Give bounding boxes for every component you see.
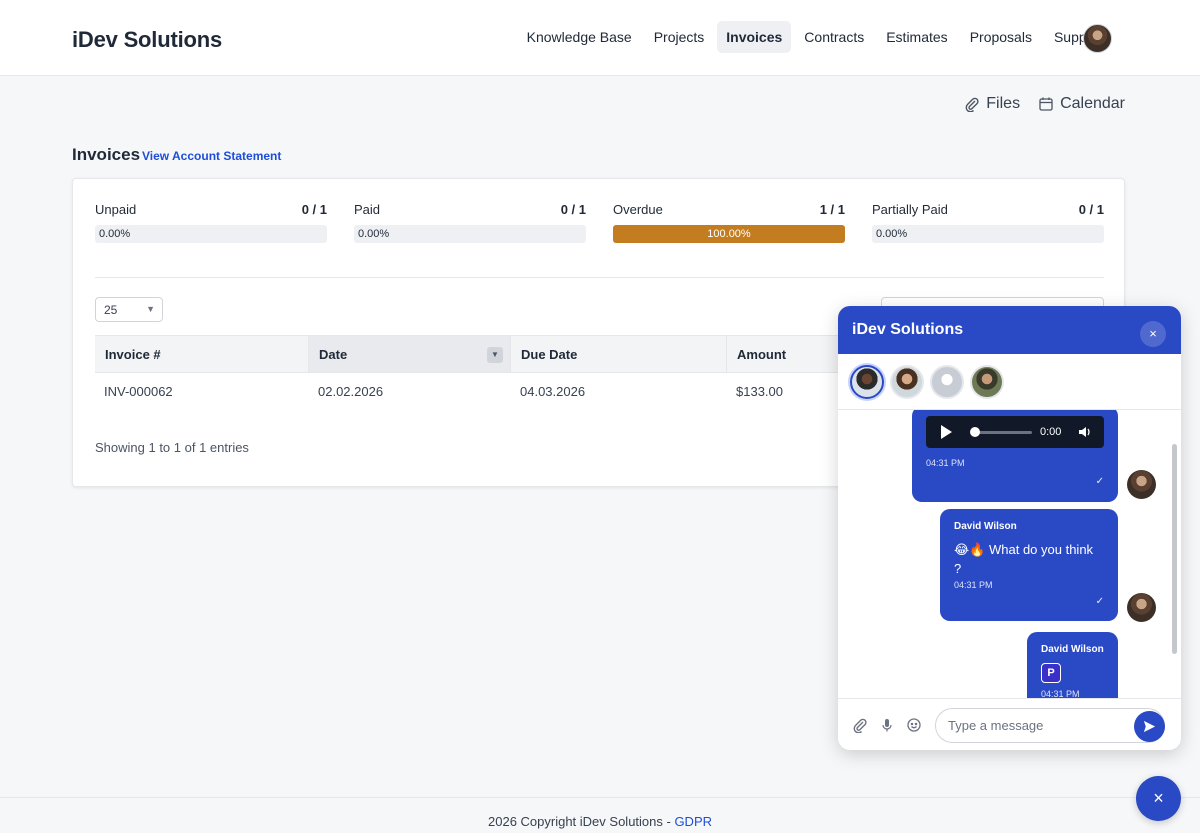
nav-invoices[interactable]: Invoices bbox=[717, 21, 792, 53]
message-time: 04:31 PM bbox=[1041, 689, 1080, 698]
divider bbox=[95, 277, 1104, 278]
stat-count: 0 / 1 bbox=[560, 202, 586, 217]
paperclip-icon bbox=[965, 97, 979, 112]
microphone-icon[interactable] bbox=[879, 717, 895, 733]
sender-avatar bbox=[1127, 593, 1156, 622]
check-icon: ✓ bbox=[1095, 596, 1104, 607]
col-due-date[interactable]: Due Date bbox=[511, 336, 727, 372]
stat-unpaid: Unpaid 0 / 1 0.00% bbox=[95, 202, 327, 243]
stat-count: 1 / 1 bbox=[819, 202, 845, 217]
page-title: Invoices bbox=[72, 145, 141, 164]
check-icon: ✓ bbox=[1095, 476, 1104, 487]
nav-knowledge-base[interactable]: Knowledge Base bbox=[518, 21, 641, 53]
table-info: Showing 1 to 1 of 1 entries bbox=[95, 440, 249, 455]
message-line: ? bbox=[954, 561, 962, 576]
progress-bar: 0.00% bbox=[354, 225, 586, 243]
calendar-icon bbox=[1039, 97, 1053, 111]
brand-name[interactable]: iDev Solutions bbox=[72, 27, 222, 53]
paperclip-icon[interactable] bbox=[852, 717, 868, 733]
cell-due: 04.03.2026 bbox=[520, 384, 586, 399]
main-nav: Knowledge Base Projects Invoices Contrac… bbox=[518, 21, 1112, 53]
cell-date: 02.02.2026 bbox=[318, 384, 384, 399]
files-label: Files bbox=[986, 95, 1021, 112]
chat-messages: 0:00 04:31 PM ✓ David Wilson 😂🔥 What do … bbox=[838, 410, 1181, 698]
user-avatar[interactable] bbox=[1083, 24, 1112, 53]
view-account-statement-link[interactable]: View Account Statement bbox=[142, 149, 281, 163]
chevron-down-icon: ▼ bbox=[146, 304, 155, 314]
chat-close-button[interactable]: × bbox=[1140, 321, 1166, 347]
message-line: 😂🔥 What do you think bbox=[954, 542, 1094, 557]
chat-composer: Type a message bbox=[838, 698, 1181, 750]
chat-agents bbox=[838, 354, 1181, 410]
page-footer: 2026 Copyright iDev Solutions - GDPR bbox=[0, 797, 1200, 833]
stat-count: 0 / 1 bbox=[1078, 202, 1104, 217]
audio-player[interactable]: 0:00 bbox=[926, 416, 1104, 448]
chat-widget: iDev Solutions × 0:00 04:31 PM ✓ David W… bbox=[838, 306, 1181, 750]
files-link[interactable]: Files bbox=[964, 95, 1020, 113]
stat-label: Overdue bbox=[613, 202, 663, 217]
agent-avatar[interactable] bbox=[930, 364, 964, 399]
text-message: David Wilson 😂🔥 What do you think ? 04:3… bbox=[940, 509, 1118, 621]
progress-text: 0.00% bbox=[358, 228, 390, 240]
audio-time: 0:00 bbox=[1040, 426, 1062, 438]
sort-icon[interactable]: ▼ bbox=[487, 347, 503, 363]
emoji-icon[interactable] bbox=[906, 717, 922, 733]
send-icon bbox=[1143, 720, 1156, 733]
nav-proposals[interactable]: Proposals bbox=[961, 21, 1041, 53]
file-message: David Wilson P 04:31 PM bbox=[1027, 632, 1118, 698]
col-date[interactable]: Date ▼ bbox=[309, 336, 511, 372]
play-icon[interactable] bbox=[941, 425, 952, 439]
message-time: 04:31 PM bbox=[954, 580, 993, 590]
audio-knob[interactable] bbox=[970, 427, 980, 437]
nav-estimates[interactable]: Estimates bbox=[877, 21, 956, 53]
copyright-text: 2026 Copyright iDev Solutions - bbox=[488, 814, 675, 829]
progress-bar: 0.00% bbox=[95, 225, 327, 243]
audio-progress[interactable] bbox=[974, 431, 1032, 434]
stat-label: Paid bbox=[354, 202, 381, 217]
message-sender: David Wilson bbox=[954, 521, 1017, 532]
progress-bar: 0.00% bbox=[872, 225, 1104, 243]
stat-overdue: Overdue 1 / 1 100.00% bbox=[613, 202, 845, 243]
message-text: 😂🔥 What do you think ? bbox=[954, 540, 1093, 578]
calendar-label: Calendar bbox=[1060, 95, 1125, 112]
top-header: iDev Solutions Knowledge Base Projects I… bbox=[0, 0, 1200, 76]
progress-text: 100.00% bbox=[707, 228, 751, 240]
progress-bar: 100.00% bbox=[613, 225, 845, 243]
stat-count: 0 / 1 bbox=[301, 202, 327, 217]
message-time: 04:31 PM bbox=[926, 458, 965, 468]
stat-label: Partially Paid bbox=[872, 202, 948, 217]
progress-text: 0.00% bbox=[876, 228, 908, 240]
message-input[interactable]: Type a message bbox=[935, 708, 1165, 743]
per-page-select[interactable]: 25 ▼ bbox=[95, 297, 163, 322]
pdf-file-icon[interactable]: P bbox=[1041, 663, 1061, 683]
col-invoice-number[interactable]: Invoice # bbox=[95, 336, 309, 372]
agent-avatar[interactable] bbox=[970, 364, 1004, 399]
per-page-value: 25 bbox=[104, 303, 118, 317]
calendar-link[interactable]: Calendar bbox=[1038, 95, 1125, 113]
gdpr-link[interactable]: GDPR bbox=[674, 814, 712, 829]
agent-avatar[interactable] bbox=[890, 364, 924, 399]
chat-toggle-button[interactable]: × bbox=[1136, 776, 1181, 821]
progress-text: 0.00% bbox=[99, 228, 131, 240]
chat-header: iDev Solutions × bbox=[838, 306, 1181, 354]
chat-title: iDev Solutions bbox=[852, 321, 964, 338]
volume-icon[interactable] bbox=[1077, 424, 1093, 440]
sender-avatar bbox=[1127, 470, 1156, 499]
cell-invoice[interactable]: INV-000062 bbox=[95, 373, 309, 409]
stat-partially-paid: Partially Paid 0 / 1 0.00% bbox=[872, 202, 1104, 243]
nav-contracts[interactable]: Contracts bbox=[795, 21, 873, 53]
col-date-label: Date bbox=[319, 347, 348, 362]
chat-scrollbar[interactable] bbox=[1172, 444, 1177, 654]
message-sender: David Wilson bbox=[1041, 644, 1104, 655]
agent-avatar[interactable] bbox=[850, 364, 884, 399]
audio-message: 0:00 04:31 PM ✓ bbox=[912, 410, 1118, 502]
send-button[interactable] bbox=[1134, 711, 1165, 742]
top-links: Files Calendar bbox=[964, 95, 1125, 113]
stat-label: Unpaid bbox=[95, 202, 137, 217]
stat-paid: Paid 0 / 1 0.00% bbox=[354, 202, 586, 243]
nav-projects[interactable]: Projects bbox=[645, 21, 714, 53]
